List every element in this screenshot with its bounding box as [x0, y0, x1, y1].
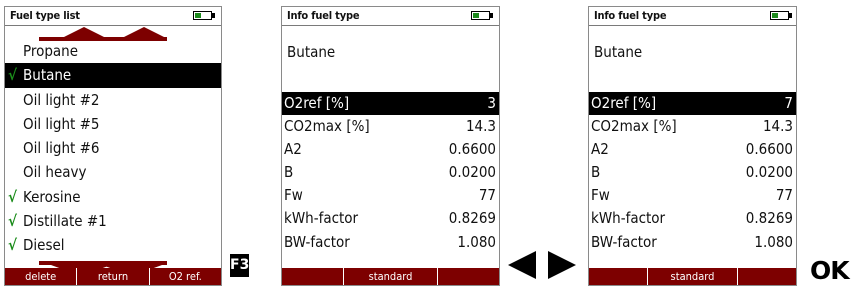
fuel-name: Butane: [287, 43, 336, 61]
param-row[interactable]: BW-factor 1.080: [282, 231, 499, 254]
param-value: 7: [784, 94, 793, 112]
list-item[interactable]: Oil light #6: [5, 136, 221, 160]
check-icon: √: [8, 212, 18, 231]
param-name: B: [591, 163, 601, 182]
softkey-bar: delete return O2 ref.: [5, 268, 221, 285]
param-value: 1.080: [457, 232, 496, 251]
param-row[interactable]: A2 0.6600: [282, 138, 499, 161]
list-item[interactable]: Oil heavy: [5, 160, 221, 184]
param-row[interactable]: B 0.0200: [589, 161, 796, 184]
param-value: 0.6600: [448, 140, 496, 159]
param-row[interactable]: CO2max [%] 14.3: [282, 115, 499, 138]
fuel-label: Oil light #2: [23, 90, 100, 109]
param-value: 0.0200: [448, 163, 496, 182]
softkey-left[interactable]: [589, 268, 649, 285]
check-icon: √: [8, 236, 18, 255]
param-value: 77: [478, 186, 496, 205]
fuel-list: Propane √ Butane Oil light #2 Oil light #…: [5, 39, 221, 258]
fuel-label: Distillate #1: [23, 212, 107, 231]
param-row[interactable]: kWh-factor 0.8269: [589, 207, 796, 230]
screen-header: Info fuel type: [589, 7, 796, 26]
fuel-label: Kerosine: [23, 187, 81, 206]
fuel-label: Oil light #6: [23, 139, 100, 158]
list-item[interactable]: Oil light #2: [5, 88, 221, 112]
list-item[interactable]: √ Diesel: [5, 233, 221, 257]
param-name: Fw: [591, 186, 610, 205]
param-row[interactable]: BW-factor 1.080: [589, 231, 796, 254]
softkey-left[interactable]: [282, 268, 344, 285]
fuel-name: Butane: [594, 43, 643, 61]
param-value: 77: [775, 186, 793, 205]
param-name: kWh-factor: [591, 209, 666, 228]
param-row[interactable]: CO2max [%] 14.3: [589, 115, 796, 138]
param-name: CO2max [%]: [284, 117, 370, 136]
param-row[interactable]: Fw 77: [282, 184, 499, 207]
param-value: 14.3: [465, 117, 496, 136]
param-name: O2ref [%]: [284, 94, 350, 112]
param-value: 0.0200: [745, 163, 793, 182]
param-value: 3: [487, 94, 496, 112]
list-item[interactable]: √ Kerosine: [5, 185, 221, 209]
fuel-label: Propane: [23, 42, 79, 60]
list-item[interactable]: √ Distillate #1: [5, 209, 221, 233]
softkey-standard[interactable]: standard: [648, 268, 738, 285]
param-name: BW-factor: [591, 232, 657, 251]
softkey-bar: standard: [282, 268, 499, 285]
screen-title: Info fuel type: [287, 9, 360, 22]
param-value: 0.6600: [745, 140, 793, 159]
list-item[interactable]: Propane: [5, 39, 221, 63]
param-name: BW-factor: [284, 232, 350, 251]
param-row[interactable]: O2ref [%] 7: [589, 92, 796, 116]
parameter-list: O2ref [%] 7 CO2max [%] 14.3 A2 0.6600 B 0.02…: [589, 92, 796, 254]
param-name: kWh-factor: [284, 209, 359, 228]
list-item[interactable]: √ Butane: [5, 63, 221, 88]
param-name: A2: [591, 140, 609, 159]
fuel-type-list-screen: Fuel type list Propane √ Butane Oil light…: [4, 6, 222, 286]
list-item[interactable]: Oil light #5: [5, 112, 221, 136]
softkey-right[interactable]: [738, 268, 796, 285]
check-icon: √: [8, 66, 18, 85]
battery-icon: [471, 11, 493, 20]
fuel-label: Oil heavy: [23, 163, 87, 182]
parameter-list: O2ref [%] 3 CO2max [%] 14.3 A2 0.6600 B 0.02…: [282, 92, 499, 254]
info-fuel-type-screen: Info fuel type Butane O2ref [%] 3 CO2max …: [281, 6, 500, 286]
f3-key-icon[interactable]: F3: [230, 254, 249, 277]
fuel-label: Butane: [23, 66, 72, 85]
ok-key-label[interactable]: OK: [810, 256, 850, 286]
left-right-arrow-icon[interactable]: [508, 251, 576, 279]
softkey-delete[interactable]: delete: [5, 268, 78, 285]
softkey-right[interactable]: [438, 268, 499, 285]
param-row[interactable]: O2ref [%] 3: [282, 92, 499, 116]
softkey-o2-ref[interactable]: O2 ref.: [150, 268, 221, 285]
battery-icon: [193, 11, 215, 20]
battery-icon: [770, 11, 792, 20]
param-value: 1.080: [754, 232, 793, 251]
screen-title: Info fuel type: [594, 9, 667, 22]
param-value: 14.3: [762, 117, 793, 136]
check-icon: √: [8, 187, 18, 206]
screen-header: Info fuel type: [282, 7, 499, 26]
screen-title: Fuel type list: [10, 9, 80, 22]
info-fuel-type-screen: Info fuel type Butane O2ref [%] 7 CO2max …: [588, 6, 797, 286]
softkey-standard[interactable]: standard: [344, 268, 439, 285]
param-name: CO2max [%]: [591, 117, 677, 136]
fuel-label: Oil light #5: [23, 114, 100, 133]
param-name: B: [284, 163, 294, 182]
param-row[interactable]: Fw 77: [589, 184, 796, 207]
softkey-bar: standard: [589, 268, 796, 285]
param-row[interactable]: A2 0.6600: [589, 138, 796, 161]
screen-header: Fuel type list: [5, 7, 221, 26]
param-value: 0.8269: [745, 209, 793, 228]
param-name: O2ref [%]: [591, 94, 657, 112]
param-row[interactable]: kWh-factor 0.8269: [282, 207, 499, 230]
softkey-return[interactable]: return: [77, 268, 150, 285]
param-name: A2: [284, 140, 302, 159]
fuel-label: Diesel: [23, 236, 65, 255]
param-row[interactable]: B 0.0200: [282, 161, 499, 184]
param-name: Fw: [284, 186, 303, 205]
param-value: 0.8269: [448, 209, 496, 228]
